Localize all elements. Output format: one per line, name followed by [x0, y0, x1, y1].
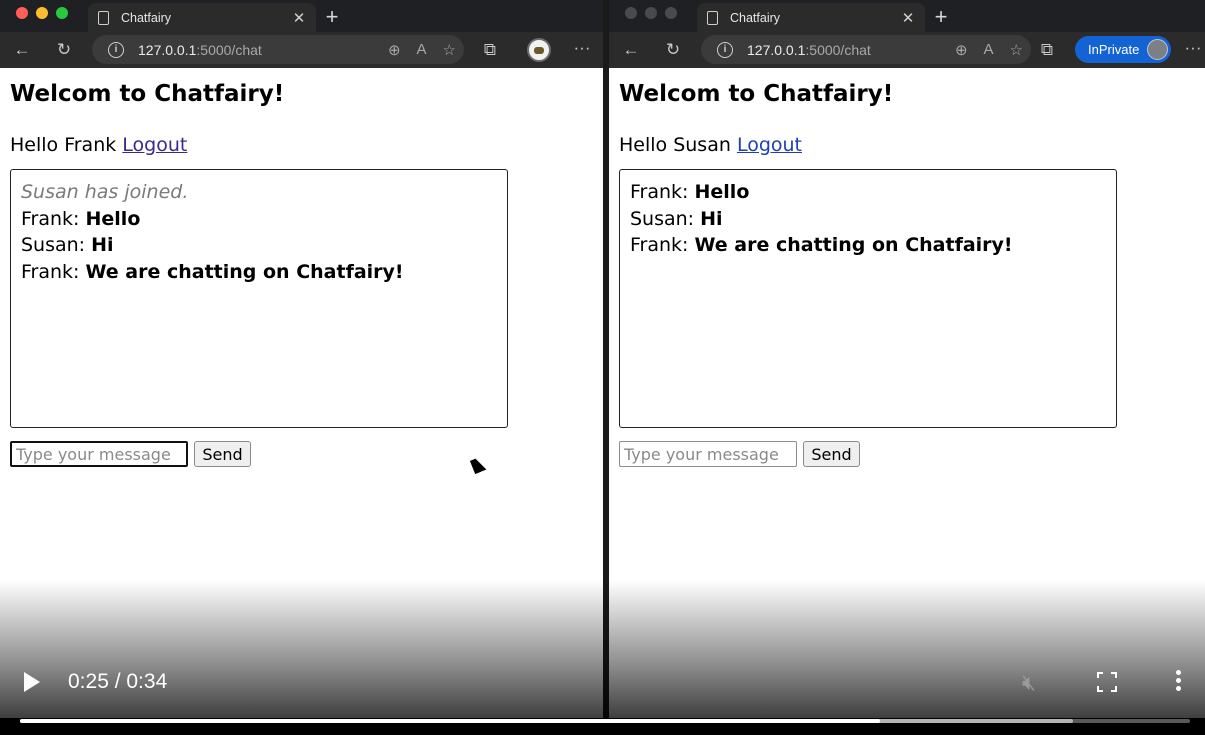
address-bar[interactable]: i 127.0.0.1:5000/chat ⊕ A ☆: [92, 35, 464, 64]
greeting-text: Hello Frank: [10, 134, 117, 156]
url-path: :5000/chat: [805, 41, 871, 58]
send-button[interactable]: Send: [194, 441, 251, 467]
tab-title: Chatfairy: [730, 10, 781, 25]
chat-message: Frank: We are chatting on Chatfairy!: [21, 259, 497, 286]
message-text: Hi: [700, 207, 723, 230]
fullscreen-icon[interactable]: [1097, 672, 1117, 692]
screen: Chatfairy ✕ + ← ↻ ⧉ ··· i 127.0.0.1:5000…: [0, 0, 1205, 735]
site-info-icon[interactable]: i: [717, 41, 733, 58]
maximize-window-button[interactable]: [665, 7, 677, 19]
video-progress-bar[interactable]: [20, 719, 1190, 723]
window-controls: [16, 7, 68, 19]
zoom-icon[interactable]: ⊕: [388, 41, 401, 59]
close-window-button[interactable]: [625, 7, 637, 19]
page-title: Welcom to Chatfairy!: [619, 81, 894, 107]
minimize-window-button[interactable]: [645, 7, 657, 19]
maximize-window-button[interactable]: [56, 7, 68, 19]
read-aloud-icon[interactable]: A: [984, 41, 994, 59]
url-path: :5000/chat: [196, 41, 262, 58]
new-tab-icon[interactable]: +: [320, 4, 344, 30]
address-actions: ⊕ A ☆: [955, 41, 1023, 59]
system-message: Susan has joined.: [21, 181, 189, 203]
greeting: Hello Susan Logout: [619, 134, 1195, 156]
message-input[interactable]: [10, 441, 188, 467]
inprivate-label: InPrivate: [1088, 42, 1140, 57]
message-text: Hi: [91, 234, 114, 256]
message-text: We are chatting on Chatfairy!: [85, 260, 404, 283]
window-controls: [625, 7, 677, 19]
close-tab-icon[interactable]: ✕: [899, 9, 917, 27]
more-menu-icon[interactable]: ···: [572, 38, 592, 58]
message-text: We are chatting on Chatfairy!: [694, 234, 1013, 256]
send-button[interactable]: Send: [803, 441, 860, 467]
tab-chatfairy[interactable]: Chatfairy ✕: [697, 3, 925, 32]
message-input[interactable]: [619, 441, 797, 467]
reload-icon[interactable]: ↻: [54, 40, 74, 60]
muted-speaker-icon[interactable]: 🔇︎: [1022, 670, 1036, 696]
page-title: Welcom to Chatfairy!: [10, 81, 285, 107]
profile-avatar[interactable]: [527, 38, 551, 62]
chat-message: Frank: Hello: [21, 206, 497, 233]
chat-log: Frank: Hello Susan: Hi Frank: We are cha…: [619, 169, 1117, 428]
site-info-icon[interactable]: i: [108, 41, 124, 58]
tab-strip: Chatfairy ✕ +: [609, 0, 1205, 32]
more-menu-icon[interactable]: ···: [1183, 38, 1203, 58]
message-sender: Frank:: [21, 260, 80, 283]
chat-message: Susan: Hi: [630, 206, 1106, 233]
minimize-window-button[interactable]: [36, 7, 48, 19]
chat-log: Susan has joined. Frank: Hello Susan: Hi…: [10, 169, 508, 428]
video-more-options-icon[interactable]: [1174, 670, 1182, 696]
back-arrow-icon[interactable]: ←: [12, 40, 32, 60]
tab-strip: Chatfairy ✕ +: [0, 0, 603, 32]
message-sender: Frank:: [21, 207, 80, 230]
chat-message: Frank: We are chatting on Chatfairy!: [630, 232, 1106, 259]
read-aloud-icon[interactable]: A: [417, 41, 427, 59]
chat-message: Frank: Hello: [630, 179, 1106, 206]
address-bar[interactable]: i 127.0.0.1:5000/chat ⊕ A ☆: [701, 35, 1031, 64]
greeting-text: Hello Susan: [619, 134, 731, 156]
message-form: Send: [10, 441, 593, 467]
extensions-icon[interactable]: ⧉: [1037, 40, 1057, 60]
message-form: Send: [619, 441, 1195, 467]
tab-chatfairy[interactable]: Chatfairy ✕: [88, 3, 316, 32]
inprivate-badge[interactable]: InPrivate: [1075, 36, 1171, 63]
message-text: Hello: [85, 207, 141, 230]
new-tab-icon[interactable]: +: [929, 4, 953, 30]
logout-link[interactable]: Logout: [737, 134, 802, 156]
page-icon: [98, 10, 109, 25]
back-arrow-icon[interactable]: ←: [621, 40, 641, 60]
tab-title: Chatfairy: [121, 10, 172, 25]
url-host: 127.0.0.1: [138, 41, 197, 58]
message-sender: Susan:: [21, 234, 86, 256]
video-time: 0:25 / 0:34: [68, 670, 168, 693]
logout-link[interactable]: Logout: [122, 134, 187, 156]
reload-icon[interactable]: ↻: [663, 40, 683, 60]
address-actions: ⊕ A ☆: [388, 41, 456, 59]
chat-message: Susan: Hi: [21, 232, 497, 259]
close-window-button[interactable]: [16, 7, 28, 19]
message-text: Hello: [694, 181, 750, 203]
message-sender: Frank:: [630, 234, 689, 256]
page-icon: [707, 10, 718, 25]
played-bar: [20, 719, 880, 723]
message-sender: Susan:: [630, 207, 695, 230]
message-sender: Frank:: [630, 181, 689, 203]
url-host: 127.0.0.1: [747, 41, 806, 58]
favorite-star-icon[interactable]: ☆: [1010, 41, 1023, 59]
profile-avatar: [1147, 39, 1168, 60]
greeting: Hello Frank Logout: [10, 134, 593, 156]
zoom-icon[interactable]: ⊕: [955, 41, 968, 59]
video-controls-gradient: [0, 580, 1205, 735]
extensions-icon[interactable]: ⧉: [480, 40, 500, 60]
close-tab-icon[interactable]: ✕: [290, 9, 308, 27]
play-icon[interactable]: [24, 672, 40, 692]
favorite-star-icon[interactable]: ☆: [443, 41, 456, 59]
